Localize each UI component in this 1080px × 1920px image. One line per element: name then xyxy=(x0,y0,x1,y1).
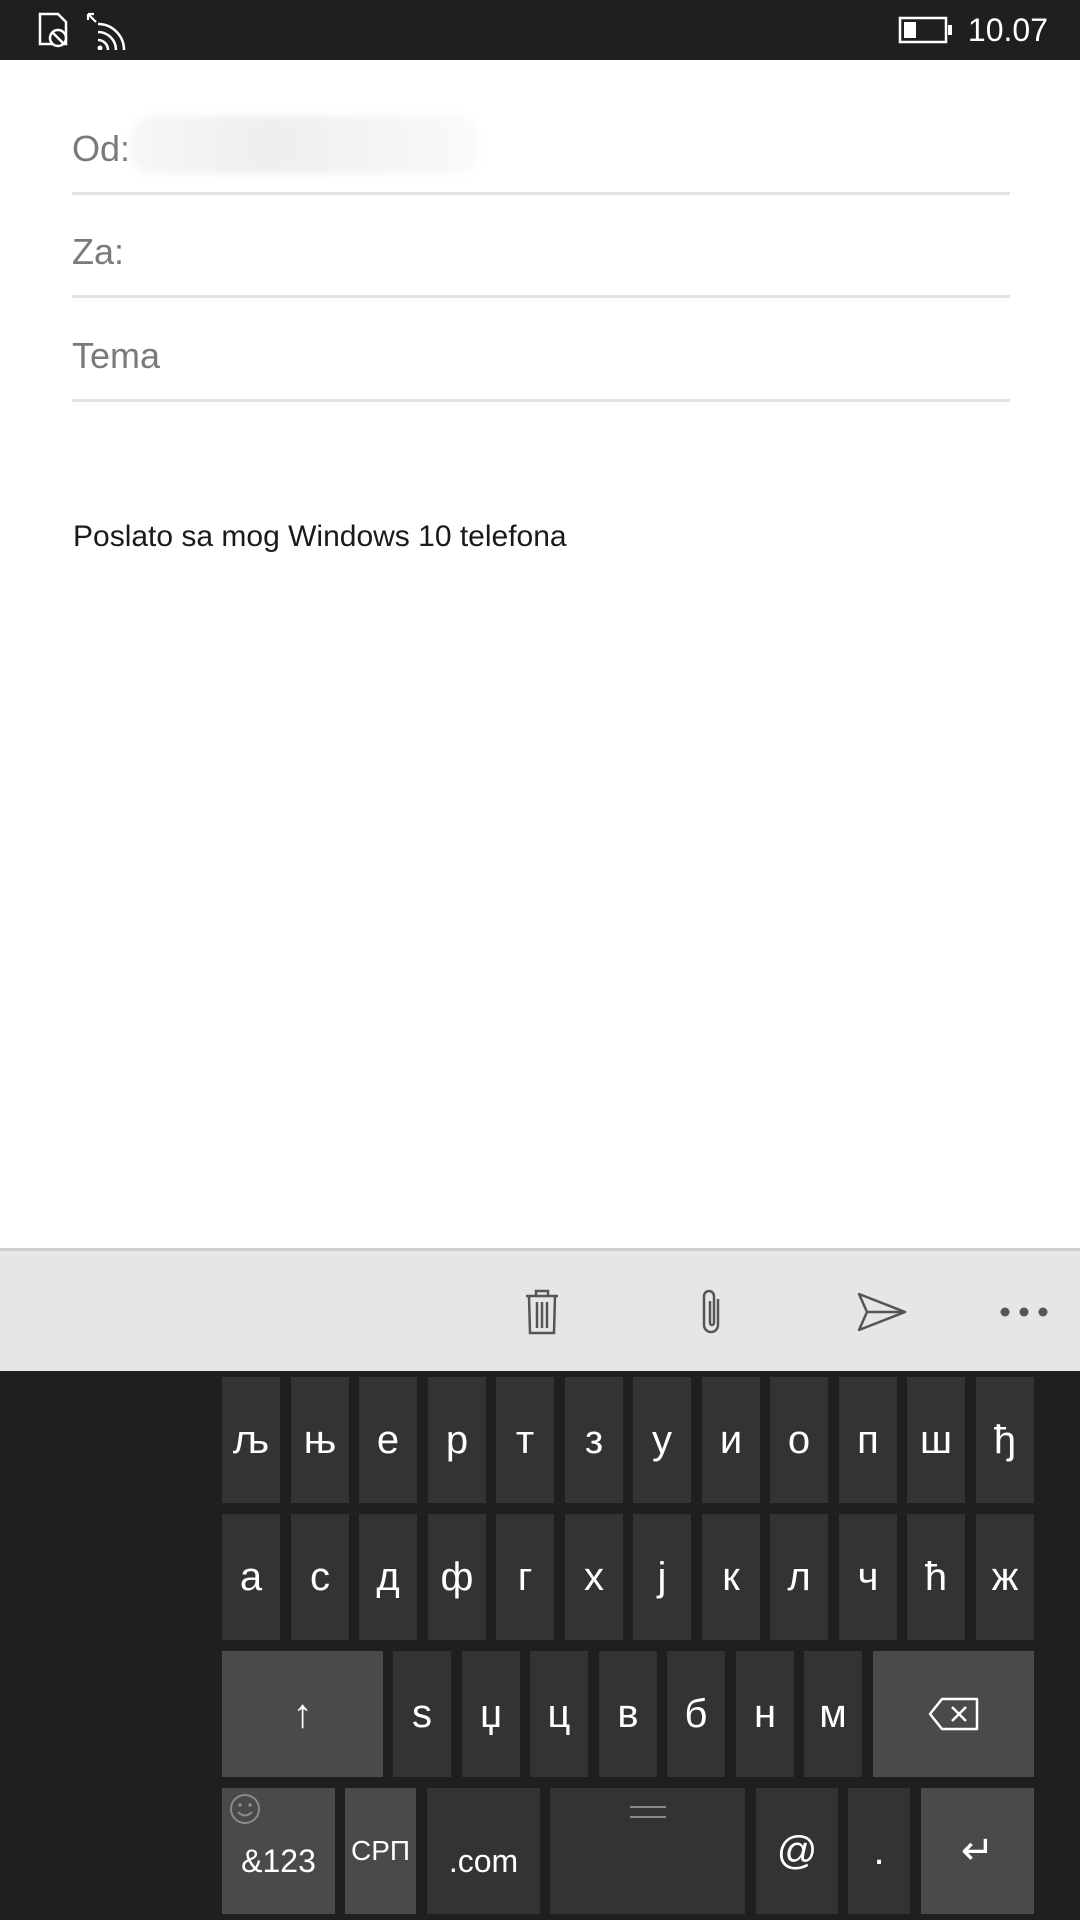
key[interactable]: т xyxy=(496,1377,554,1503)
key[interactable]: s xyxy=(393,1651,451,1777)
more-button[interactable] xyxy=(974,1251,1074,1373)
shift-key[interactable]: ↑ xyxy=(222,1651,383,1777)
key[interactable]: р xyxy=(428,1377,486,1503)
status-bar: 10.07 xyxy=(0,0,1080,60)
send-icon xyxy=(857,1292,907,1332)
key[interactable]: е xyxy=(359,1377,417,1503)
at-key[interactable]: @ xyxy=(756,1788,838,1914)
from-field[interactable]: Od: xyxy=(72,96,1010,195)
from-account-redacted xyxy=(130,116,480,174)
key[interactable]: ц xyxy=(530,1651,588,1777)
paperclip-icon xyxy=(702,1289,720,1334)
enter-key[interactable]: ↵ xyxy=(921,1788,1034,1914)
clock: 10.07 xyxy=(967,12,1048,48)
key[interactable]: ђ xyxy=(976,1377,1034,1503)
key[interactable]: а xyxy=(222,1514,280,1640)
on-screen-keyboard: љ њ е р т з у и о п ш ђ а с д ф г х ј к … xyxy=(0,1371,1080,1920)
shift-icon: ↑ xyxy=(292,1691,313,1736)
from-label: Od: xyxy=(72,128,131,169)
backspace-key[interactable] xyxy=(873,1651,1034,1777)
subject-placeholder: Tema xyxy=(72,335,161,376)
key[interactable]: х xyxy=(565,1514,623,1640)
command-bar xyxy=(0,1248,1080,1373)
backspace-icon xyxy=(928,1697,978,1731)
subject-field[interactable]: Tema xyxy=(72,300,1010,402)
key[interactable]: у xyxy=(633,1377,691,1503)
key[interactable]: ћ xyxy=(907,1514,965,1640)
key[interactable]: љ xyxy=(222,1377,280,1503)
key[interactable]: џ xyxy=(462,1651,520,1777)
delete-button[interactable] xyxy=(492,1251,592,1373)
key[interactable]: в xyxy=(599,1651,657,1777)
key[interactable]: н xyxy=(736,1651,794,1777)
space-key[interactable] xyxy=(550,1788,745,1914)
no-sim-icon xyxy=(38,12,68,48)
key[interactable]: к xyxy=(702,1514,760,1640)
key[interactable]: л xyxy=(770,1514,828,1640)
key[interactable]: ј xyxy=(633,1514,691,1640)
key[interactable]: ж xyxy=(976,1514,1034,1640)
dotcom-key[interactable]: .com xyxy=(427,1788,540,1914)
to-label: Za: xyxy=(72,231,125,272)
battery-icon xyxy=(898,16,952,44)
symbols-key[interactable]: &123 xyxy=(222,1788,335,1914)
key[interactable]: њ xyxy=(291,1377,349,1503)
keyboard-handle-icon xyxy=(629,1806,666,1818)
message-body[interactable]: Poslato sa mog Windows 10 telefona xyxy=(73,520,567,554)
key[interactable]: и xyxy=(702,1377,760,1503)
language-key[interactable]: СРП xyxy=(345,1788,416,1914)
key[interactable]: б xyxy=(667,1651,725,1777)
send-button[interactable] xyxy=(832,1251,932,1373)
emoji-icon xyxy=(230,1794,260,1824)
trash-icon xyxy=(526,1289,558,1335)
key[interactable]: о xyxy=(770,1377,828,1503)
key[interactable]: з xyxy=(565,1377,623,1503)
key[interactable]: с xyxy=(291,1514,349,1640)
key[interactable]: ш xyxy=(907,1377,965,1503)
wifi-icon xyxy=(86,12,126,50)
key[interactable]: ч xyxy=(839,1514,897,1640)
enter-icon: ↵ xyxy=(960,1829,995,1873)
key[interactable]: п xyxy=(839,1377,897,1503)
to-field[interactable]: Za: xyxy=(72,196,1010,298)
attach-button[interactable] xyxy=(662,1251,762,1373)
key[interactable]: г xyxy=(496,1514,554,1640)
period-key[interactable]: . xyxy=(848,1788,910,1914)
more-icon xyxy=(1000,1307,1048,1317)
key[interactable]: д xyxy=(359,1514,417,1640)
key[interactable]: ф xyxy=(428,1514,486,1640)
key[interactable]: м xyxy=(804,1651,862,1777)
